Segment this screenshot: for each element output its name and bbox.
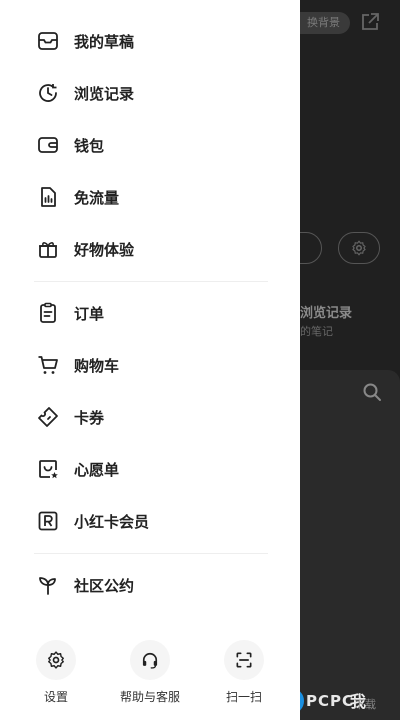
menu-item-cart[interactable]: 购物车	[36, 348, 276, 382]
help-button-circle	[130, 640, 170, 680]
menu-item-good-stuff[interactable]: 好物体验	[36, 232, 276, 266]
menu-item-drafts[interactable]: 我的草稿	[36, 24, 276, 58]
menu-item-history[interactable]: 浏览记录	[36, 76, 276, 110]
history-card-subtitle: 的笔记	[300, 325, 333, 338]
menu-item-label: 我的草稿	[74, 32, 135, 51]
menu-item-label: 卡券	[74, 408, 105, 427]
help-support-button[interactable]: 帮助与客服	[110, 636, 190, 716]
history-clock-icon	[36, 81, 60, 105]
watermark-text: PCPC	[306, 692, 355, 710]
divider	[34, 281, 268, 282]
menu-item-label: 购物车	[74, 356, 120, 375]
wallet-icon	[36, 133, 60, 157]
history-card-title: 浏览记录	[300, 306, 353, 321]
scan-button-circle	[224, 640, 264, 680]
headset-icon	[142, 652, 158, 669]
wishlist-icon	[36, 457, 60, 481]
cart-icon	[36, 353, 60, 377]
data-file-icon	[36, 185, 60, 209]
screen: 换背景 浏览记录 的笔记 我 PCPC 下载 我的草稿 浏览记录 钱包 免流量 …	[0, 0, 400, 720]
menu-item-red-card-member[interactable]: 小红卡会员	[36, 504, 276, 538]
menu-item-label: 心愿单	[74, 460, 120, 479]
settings-button-bg	[338, 232, 380, 264]
watermark-sub: 下载	[354, 698, 376, 711]
scan-icon	[236, 652, 252, 668]
scan-label: 扫一扫	[225, 690, 262, 704]
share-icon	[362, 13, 379, 30]
menu-item-label: 社区公约	[74, 576, 135, 595]
clipboard-icon	[36, 301, 60, 325]
gift-icon	[36, 237, 60, 261]
gear-icon	[352, 240, 366, 256]
ticket-icon	[36, 405, 60, 429]
menu-item-wishlist[interactable]: 心愿单	[36, 452, 276, 486]
menu-item-label: 小红卡会员	[74, 512, 150, 531]
menu-item-free-data[interactable]: 免流量	[36, 180, 276, 214]
member-card-icon	[36, 509, 60, 533]
menu-item-orders[interactable]: 订单	[36, 296, 276, 330]
gear-icon	[48, 651, 64, 669]
search-icon	[363, 383, 381, 401]
menu-item-coupons[interactable]: 卡券	[36, 400, 276, 434]
settings-button[interactable]: 设置	[16, 636, 96, 716]
divider	[34, 553, 268, 554]
menu-item-community-guidelines[interactable]: 社区公约	[36, 568, 276, 602]
menu-item-label: 钱包	[74, 136, 105, 155]
menu-item-label: 订单	[74, 304, 105, 323]
settings-button-circle	[36, 640, 76, 680]
menu-item-label: 好物体验	[74, 240, 135, 259]
sprout-icon	[36, 573, 60, 597]
menu-item-wallet[interactable]: 钱包	[36, 128, 276, 162]
side-drawer: 我的草稿 浏览记录 钱包 免流量 好物体验 订单 购物车 卡券 心愿单 小红卡会…	[0, 0, 300, 720]
settings-label: 设置	[43, 690, 68, 704]
scan-button[interactable]: 扫一扫	[204, 636, 284, 716]
draft-box-icon	[36, 29, 60, 53]
help-support-label: 帮助与客服	[119, 690, 180, 704]
menu-item-label: 浏览记录	[74, 84, 135, 103]
menu-item-label: 免流量	[74, 188, 120, 207]
